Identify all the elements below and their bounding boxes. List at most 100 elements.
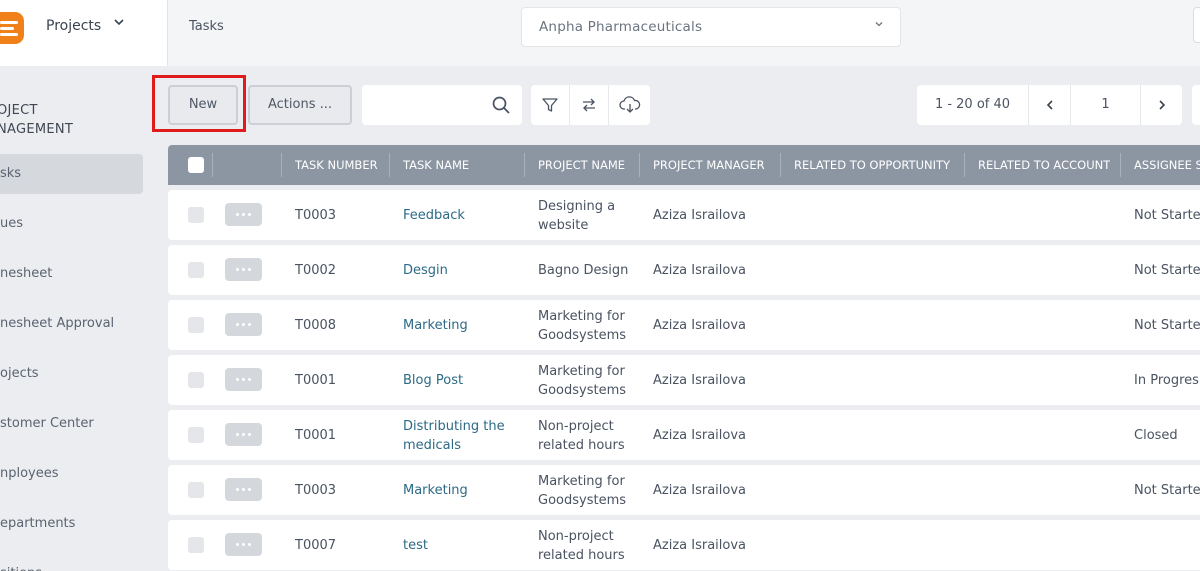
task-name-link-line[interactable]: Blog Post xyxy=(403,371,463,390)
task-name-link-line[interactable]: Distributing the xyxy=(403,417,505,436)
more-icon[interactable] xyxy=(225,313,262,336)
row-checkbox[interactable] xyxy=(188,317,204,333)
project-name-line: Marketing for xyxy=(538,474,625,489)
task-name-link-line[interactable]: Marketing xyxy=(403,316,468,335)
sidebar-section-title: OJECT NAGEMENT xyxy=(0,103,74,137)
app-switcher[interactable]: Projects xyxy=(0,0,168,66)
task-name-link[interactable]: Distributing the medicals xyxy=(403,417,505,455)
sidebar-item[interactable]: sks xyxy=(0,154,143,194)
task-name-link-line[interactable]: test xyxy=(403,536,428,555)
project-name-line: Non-project xyxy=(538,529,614,544)
settings-button[interactable] xyxy=(1192,85,1200,125)
task-name-link-line[interactable]: Feedback xyxy=(403,206,465,225)
search-icon[interactable] xyxy=(491,95,511,119)
company-select[interactable]: Anpha Pharmaceuticals xyxy=(521,7,901,47)
project-name-line: Bagno Design xyxy=(538,263,629,278)
row-checkbox[interactable] xyxy=(188,537,204,553)
task-name-link-line[interactable]: Marketing xyxy=(403,481,468,500)
sidebar-item[interactable]: nployees xyxy=(0,454,143,494)
page-number[interactable]: 1 xyxy=(1071,85,1141,125)
table-row[interactable]: T0001 Blog Post Marketing for Goodsystems Az… xyxy=(168,355,1200,405)
task-name-link[interactable]: Marketing xyxy=(403,481,468,500)
more-icon[interactable] xyxy=(225,423,262,446)
download-button[interactable] xyxy=(610,85,649,125)
row-checkbox[interactable] xyxy=(188,427,204,443)
row-checkbox[interactable] xyxy=(188,262,204,278)
table-row[interactable]: T0002 Desgin Bagno Design Aziza Israilova No… xyxy=(168,245,1200,295)
task-number: T0008 xyxy=(295,318,337,333)
assignee-status: Closed xyxy=(1134,428,1178,443)
row-checkbox[interactable] xyxy=(188,482,204,498)
top-bar: Projects Tasks Anpha Pharmaceuticals xyxy=(0,0,1200,66)
more-icon[interactable] xyxy=(225,258,262,281)
user-menu-button[interactable] xyxy=(1193,7,1200,43)
filter-icon xyxy=(542,98,558,112)
project-name: Designing a website xyxy=(538,197,615,235)
chevron-left-icon xyxy=(1046,100,1053,110)
project-manager: Aziza Israilova xyxy=(653,538,747,553)
row-checkbox[interactable] xyxy=(188,207,204,223)
sidebar-item-label: sitions xyxy=(0,566,42,571)
task-name-link[interactable]: Desgin xyxy=(403,261,448,280)
sidebar-item[interactable]: sitions xyxy=(0,554,143,571)
sidebar-item-label: stomer Center xyxy=(0,416,94,431)
task-name-link[interactable]: Marketing xyxy=(403,316,468,335)
column-header-project-manager[interactable]: PROJECT MANAGER xyxy=(653,145,765,185)
sidebar: OJECT NAGEMENT sks ues nesheet nesheet Appr… xyxy=(0,66,160,571)
search-box[interactable] xyxy=(362,85,522,125)
column-header-task-name[interactable]: TASK NAME xyxy=(403,145,469,185)
project-name-line: related hours xyxy=(538,548,625,563)
task-name-link-line[interactable]: Desgin xyxy=(403,261,448,280)
row-checkbox[interactable] xyxy=(188,372,204,388)
sidebar-item[interactable]: ues xyxy=(0,204,143,244)
table-row[interactable]: T0001 Distributing the medicals Non-project… xyxy=(168,410,1200,460)
table-row[interactable]: T0008 Marketing Marketing for Goodsystems Az… xyxy=(168,300,1200,350)
task-name-link[interactable]: test xyxy=(403,536,428,555)
project-name: Marketing for Goodsystems xyxy=(538,362,626,400)
more-icon[interactable] xyxy=(225,478,262,501)
grid-tools xyxy=(531,85,650,125)
column-divider xyxy=(639,153,640,177)
column-divider xyxy=(212,153,213,177)
more-icon[interactable] xyxy=(225,203,262,226)
project-manager: Aziza Israilova xyxy=(653,208,747,223)
more-icon[interactable] xyxy=(225,533,262,556)
sidebar-item-label: ojects xyxy=(0,366,39,381)
project-name: Non-project related hours xyxy=(538,417,625,455)
actions-button[interactable]: Actions ... xyxy=(248,85,352,125)
column-divider xyxy=(389,153,390,177)
column-header-related-opportunity[interactable]: RELATED TO OPPORTUNITY xyxy=(794,145,950,185)
assignee-status: Not Starte xyxy=(1134,208,1200,223)
column-header-project-name[interactable]: PROJECT NAME xyxy=(538,145,625,185)
sidebar-item-label: nployees xyxy=(0,466,59,481)
more-icon[interactable] xyxy=(225,368,262,391)
column-divider xyxy=(1120,153,1121,177)
next-page-button[interactable] xyxy=(1141,85,1182,125)
table-row[interactable]: T0003 Marketing Marketing for Goodsystems Az… xyxy=(168,465,1200,515)
prev-page-button[interactable] xyxy=(1029,85,1071,125)
project-name-line: Goodsystems xyxy=(538,383,627,398)
column-header-task-number[interactable]: TASK NUMBER xyxy=(295,145,378,185)
search-input[interactable] xyxy=(370,93,486,117)
new-button[interactable]: New xyxy=(168,85,238,125)
task-name-link-line[interactable]: medicals xyxy=(403,436,505,455)
task-name-link[interactable]: Feedback xyxy=(403,206,465,225)
column-header-assignee-status[interactable]: ASSIGNEE S xyxy=(1134,145,1200,185)
company-select-value: Anpha Pharmaceuticals xyxy=(539,19,703,35)
task-name-link[interactable]: Blog Post xyxy=(403,371,463,390)
sidebar-item-label: epartments xyxy=(0,516,76,531)
sidebar-item[interactable]: epartments xyxy=(0,504,143,544)
filter-button[interactable] xyxy=(531,85,570,125)
sidebar-item[interactable]: nesheet xyxy=(0,254,143,294)
select-all-checkbox[interactable] xyxy=(188,157,204,173)
table-row[interactable]: T0003 Feedback Designing a website Aziza Isr… xyxy=(168,190,1200,240)
swap-button[interactable] xyxy=(570,85,609,125)
column-divider xyxy=(964,153,965,177)
sidebar-item[interactable]: nesheet Approval xyxy=(0,304,143,344)
table-row[interactable]: T0007 test Non-project related hours Aziza I… xyxy=(168,520,1200,570)
sidebar-item[interactable]: ojects xyxy=(0,354,143,394)
task-number: T0001 xyxy=(295,428,337,443)
column-header-related-account[interactable]: RELATED TO ACCOUNT xyxy=(978,145,1110,185)
pagination: 1 - 20 of 40 1 xyxy=(917,85,1182,125)
sidebar-item[interactable]: stomer Center xyxy=(0,404,143,444)
